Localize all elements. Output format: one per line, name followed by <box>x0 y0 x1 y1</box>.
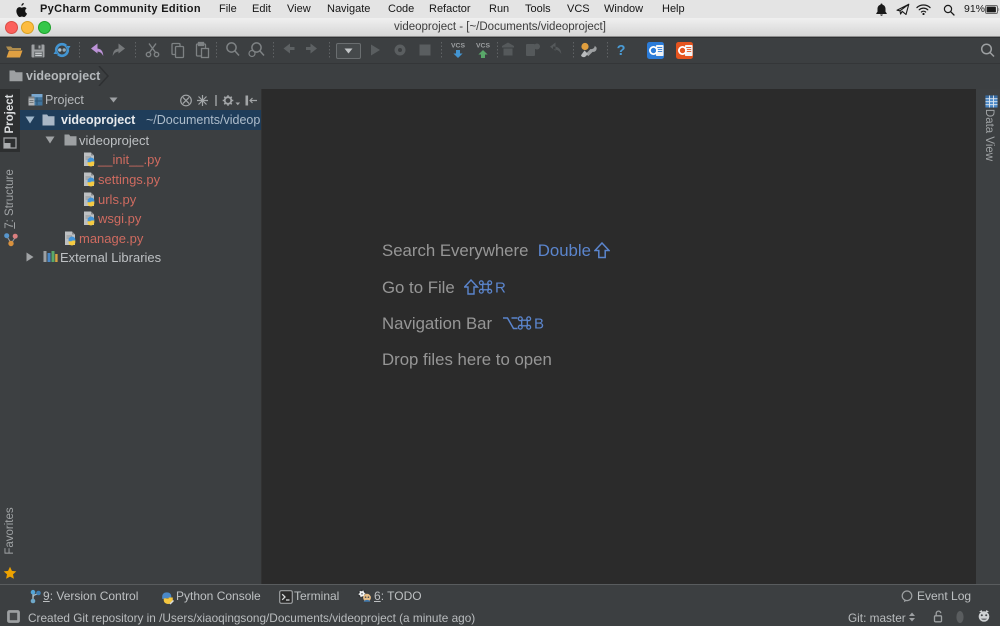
svg-text:B: B <box>534 316 544 333</box>
svg-text:?: ? <box>617 43 626 59</box>
svg-text:R: R <box>495 280 506 297</box>
svg-text:VCS: VCS <box>451 43 465 50</box>
svg-text:VCS: VCS <box>476 43 490 50</box>
